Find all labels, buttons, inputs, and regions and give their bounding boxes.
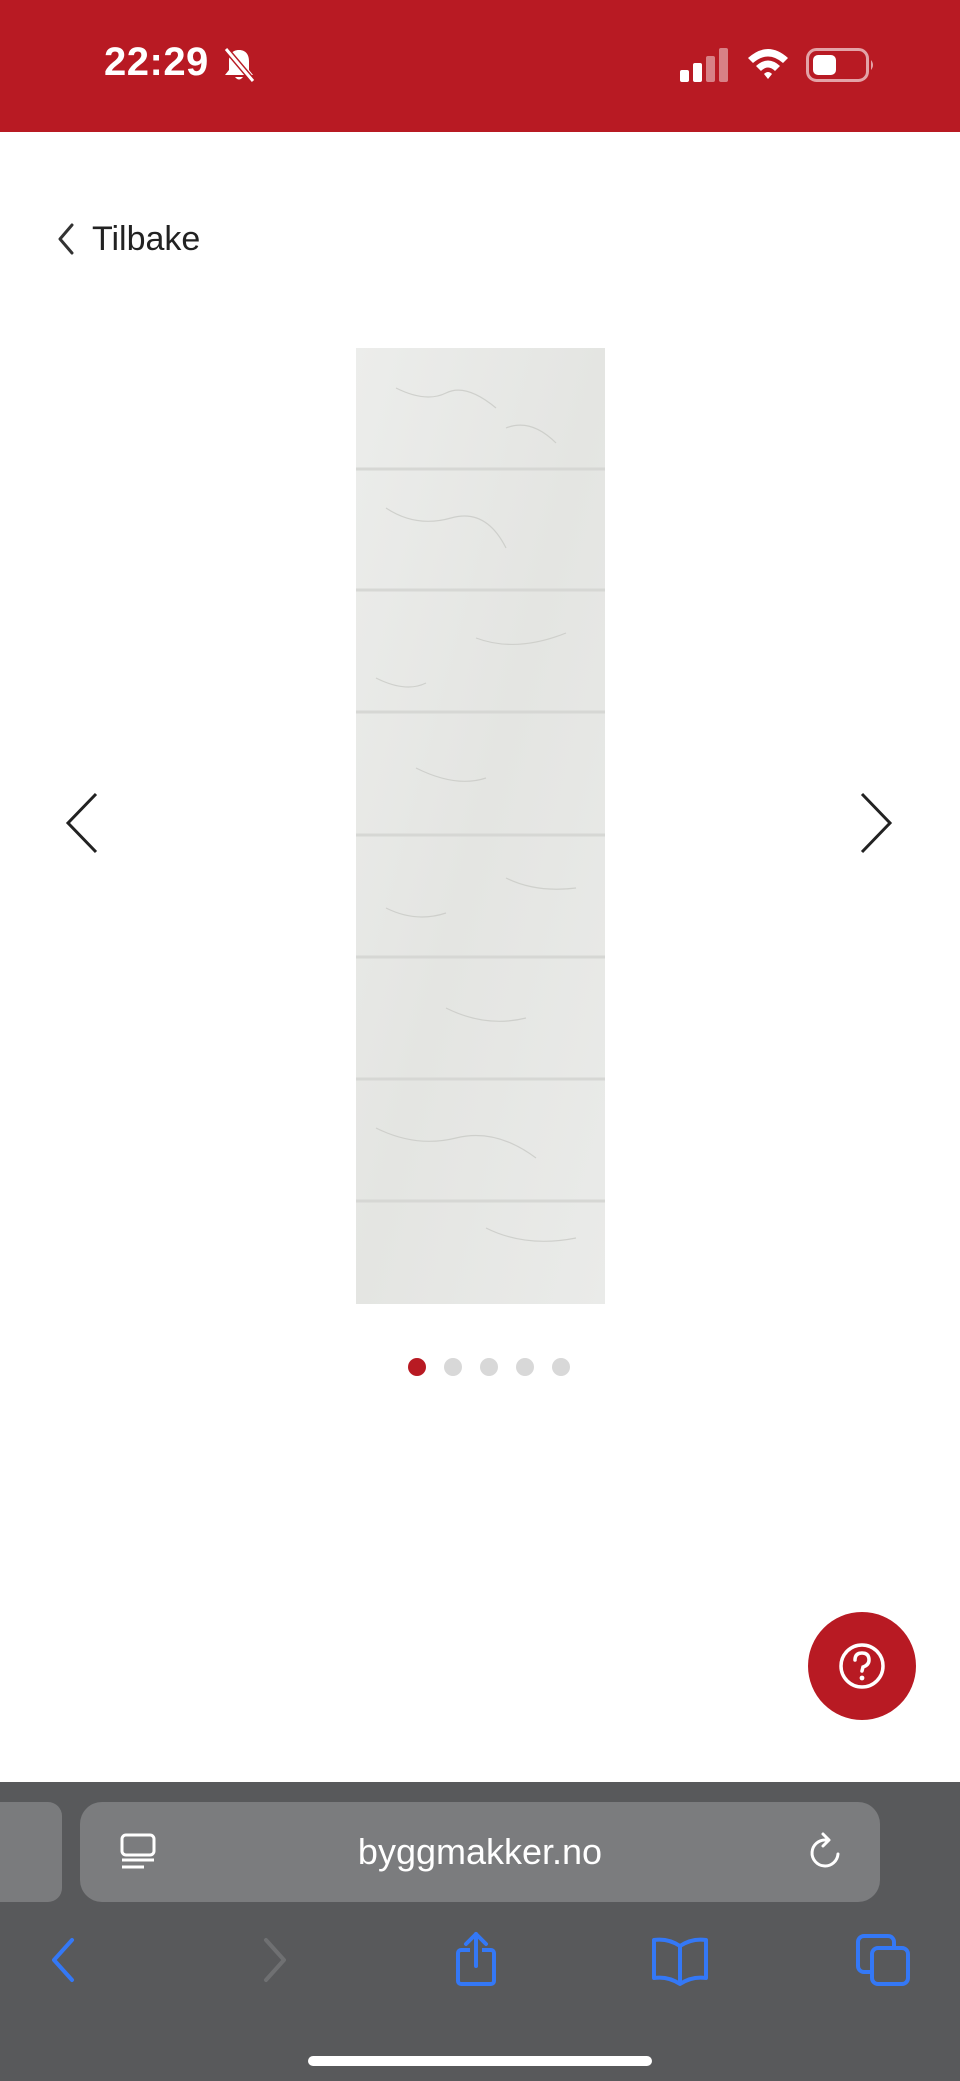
back-label: Tilbake	[92, 219, 201, 258]
product-image	[356, 348, 605, 1304]
chevron-left-icon	[58, 223, 74, 255]
gallery-dot-1[interactable]	[408, 1358, 426, 1376]
bell-slash-icon	[223, 47, 256, 83]
question-circle-icon	[839, 1643, 885, 1689]
battery-icon	[806, 48, 873, 82]
bookmarks-icon[interactable]	[650, 1930, 710, 1990]
tabs-icon[interactable]	[854, 1930, 914, 1990]
browser-forward-icon[interactable]	[244, 1930, 304, 1990]
back-link[interactable]: Tilbake	[54, 212, 200, 266]
marble-panel-image	[356, 348, 605, 1304]
reload-icon[interactable]	[806, 1830, 846, 1874]
gallery-dot-5[interactable]	[552, 1358, 570, 1376]
wifi-icon	[748, 49, 788, 79]
gallery-dot-2[interactable]	[444, 1358, 462, 1376]
address-bar[interactable]: byggmakker.no	[80, 1802, 880, 1902]
cellular-signal-icon	[680, 48, 728, 82]
browser-back-icon[interactable]	[34, 1930, 94, 1990]
status-bar: 22:29	[0, 0, 960, 132]
gallery-pagination	[408, 1358, 570, 1376]
previous-tab-preview[interactable]	[0, 1802, 62, 1902]
gallery-dot-3[interactable]	[480, 1358, 498, 1376]
home-indicator[interactable]	[308, 2056, 652, 2066]
share-icon[interactable]	[446, 1930, 506, 1990]
gallery-next-button[interactable]	[856, 790, 896, 856]
help-button[interactable]	[808, 1612, 916, 1720]
status-time: 22:29	[104, 40, 209, 84]
gallery-dot-4[interactable]	[516, 1358, 534, 1376]
browser-chrome: byggmakker.no	[0, 1782, 960, 2081]
gallery-prev-button[interactable]	[62, 790, 102, 856]
url-text: byggmakker.no	[357, 1831, 603, 1872]
